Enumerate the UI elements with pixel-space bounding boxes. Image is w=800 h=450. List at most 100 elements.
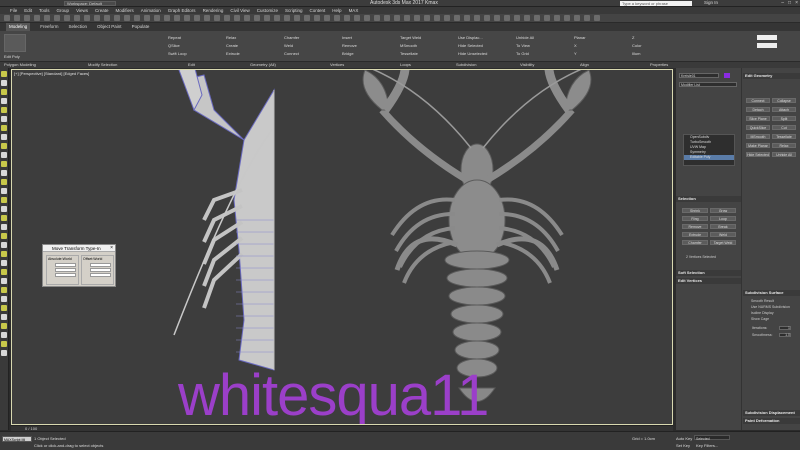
left-tool-icon[interactable] xyxy=(1,170,7,176)
selected-dropdown[interactable]: Selected xyxy=(694,435,730,441)
tab-object-paint[interactable]: Object Paint xyxy=(97,23,122,31)
ribbon-button[interactable]: Y xyxy=(574,51,577,56)
toolbar-tool-icon[interactable] xyxy=(294,15,300,21)
toolbar-tool-icon[interactable] xyxy=(414,15,420,21)
left-tool-icon[interactable] xyxy=(1,206,7,212)
panel-button[interactable]: Collapse xyxy=(772,98,796,103)
ribbon-button[interactable]: X xyxy=(574,43,577,48)
toolbar-tool-icon[interactable] xyxy=(234,15,240,21)
panel-button[interactable]: Chamfer xyxy=(682,240,708,245)
left-tool-icon[interactable] xyxy=(1,134,7,140)
maximize-icon[interactable]: □ xyxy=(788,0,791,6)
left-tool-icon[interactable] xyxy=(1,251,7,257)
menu-item[interactable]: Animation xyxy=(141,7,161,14)
toolbar-tool-icon[interactable] xyxy=(64,15,70,21)
toolbar-tool-icon[interactable] xyxy=(484,15,490,21)
toolbar-tool-icon[interactable] xyxy=(444,15,450,21)
toolbar-tool-icon[interactable] xyxy=(374,15,380,21)
left-tool-icon[interactable] xyxy=(1,296,7,302)
menu-item[interactable]: Group xyxy=(57,7,70,14)
toolbar-tool-icon[interactable] xyxy=(334,15,340,21)
off-x-field[interactable] xyxy=(90,263,111,267)
toolbar-tool-icon[interactable] xyxy=(194,15,200,21)
ribbon-button[interactable]: Extrude xyxy=(226,51,240,56)
modifier-list-dropdown[interactable]: Modifier List xyxy=(679,82,737,87)
abs-x-field[interactable] xyxy=(55,263,76,267)
key-filters-button[interactable]: Key Filters... xyxy=(696,443,718,448)
toolbar-tool-icon[interactable] xyxy=(544,15,550,21)
object-color-swatch[interactable] xyxy=(724,73,730,78)
toolbar-tool-icon[interactable] xyxy=(74,15,80,21)
left-tool-icon[interactable] xyxy=(1,350,7,356)
panel-button[interactable]: Target Weld xyxy=(710,240,736,245)
left-tool-icon[interactable] xyxy=(1,143,7,149)
toolbar-tool-icon[interactable] xyxy=(144,15,150,21)
panel-button[interactable]: Slice Plane xyxy=(746,116,770,121)
left-tool-icon[interactable] xyxy=(1,107,7,113)
ribbon-button[interactable]: Tessellate xyxy=(400,51,418,56)
ribbon-section-label[interactable]: Edit xyxy=(188,62,195,68)
toolbar-tool-icon[interactable] xyxy=(384,15,390,21)
toolbar-tool-icon[interactable] xyxy=(174,15,180,21)
left-tool-icon[interactable] xyxy=(1,80,7,86)
left-tool-icon[interactable] xyxy=(1,188,7,194)
panel-button[interactable]: MSmooth xyxy=(746,134,770,139)
ribbon-button[interactable]: Target Weld xyxy=(400,35,421,40)
ribbon-section-label[interactable]: Properties xyxy=(650,62,668,68)
toolbar-tool-icon[interactable] xyxy=(264,15,270,21)
panel-button[interactable]: Connect xyxy=(746,98,770,103)
ribbon-section-label[interactable]: Geometry (All) xyxy=(250,62,276,68)
ribbon-button[interactable]: Create xyxy=(226,43,238,48)
modifier-stack[interactable]: OpenSubdiv TurboSmooth UVW Map Symmetry Edit… xyxy=(683,134,735,166)
toolbar-tool-icon[interactable] xyxy=(114,15,120,21)
menu-item[interactable]: Civil View xyxy=(230,7,249,14)
checkbox-option[interactable]: Smooth Result xyxy=(751,299,774,303)
rollout-subdivision-surface[interactable]: Subdivision Surface xyxy=(743,290,800,296)
toolbar-tool-icon[interactable] xyxy=(104,15,110,21)
toolbar-tool-icon[interactable] xyxy=(464,15,470,21)
ribbon-button[interactable]: Bridge xyxy=(342,51,354,56)
panel-button[interactable]: Cut xyxy=(772,125,796,130)
menu-item[interactable]: Views xyxy=(76,7,88,14)
dialog-close-icon[interactable]: × xyxy=(110,245,113,251)
panel-button[interactable]: QuickSlice xyxy=(746,125,770,130)
ribbon-button[interactable]: QSlice xyxy=(168,43,180,48)
ribbon-section-label[interactable]: Visibility xyxy=(520,62,534,68)
toolbar-tool-icon[interactable] xyxy=(584,15,590,21)
toolbar-tool-icon[interactable] xyxy=(494,15,500,21)
ribbon-button[interactable]: Chamfer xyxy=(284,35,299,40)
menu-item[interactable]: MAX xyxy=(349,7,359,14)
panel-button[interactable]: Tessellate xyxy=(772,134,796,139)
menu-item[interactable]: File xyxy=(10,7,17,14)
toolbar-tool-icon[interactable] xyxy=(4,15,10,21)
left-tool-icon[interactable] xyxy=(1,269,7,275)
illum-swatch[interactable] xyxy=(757,43,777,48)
toolbar-tool-icon[interactable] xyxy=(354,15,360,21)
ribbon-button[interactable]: Z xyxy=(632,35,634,40)
panel-button[interactable]: Shrink xyxy=(682,208,708,213)
toolbar-tool-icon[interactable] xyxy=(404,15,410,21)
panel-button[interactable]: Break xyxy=(710,224,736,229)
ribbon-button[interactable]: Relax xyxy=(226,35,236,40)
left-tool-icon[interactable] xyxy=(1,179,7,185)
menu-item[interactable]: Tools xyxy=(39,7,50,14)
ribbon-button[interactable]: Planar xyxy=(574,35,586,40)
toolbar-tool-icon[interactable] xyxy=(284,15,290,21)
set-key-button[interactable]: Set Key xyxy=(676,443,690,448)
ribbon-button[interactable]: Hide Selected xyxy=(458,43,483,48)
left-tool-icon[interactable] xyxy=(1,116,7,122)
left-tool-icon[interactable] xyxy=(1,242,7,248)
toolbar-tool-icon[interactable] xyxy=(204,15,210,21)
toolbar-tool-icon[interactable] xyxy=(244,15,250,21)
panel-button[interactable]: Hide Selected xyxy=(746,152,770,157)
toolbar-tool-icon[interactable] xyxy=(424,15,430,21)
left-tool-icon[interactable] xyxy=(1,215,7,221)
checkbox-option[interactable]: Show Cage xyxy=(751,317,769,321)
menu-item[interactable]: Create xyxy=(95,7,109,14)
toolbar-tool-icon[interactable] xyxy=(124,15,130,21)
tab-freeform[interactable]: Freeform xyxy=(40,23,58,31)
toolbar-tool-icon[interactable] xyxy=(274,15,280,21)
rollout-selection[interactable]: Selection xyxy=(676,196,741,202)
stack-item[interactable]: Editable Poly xyxy=(684,155,734,160)
left-tool-icon[interactable] xyxy=(1,287,7,293)
